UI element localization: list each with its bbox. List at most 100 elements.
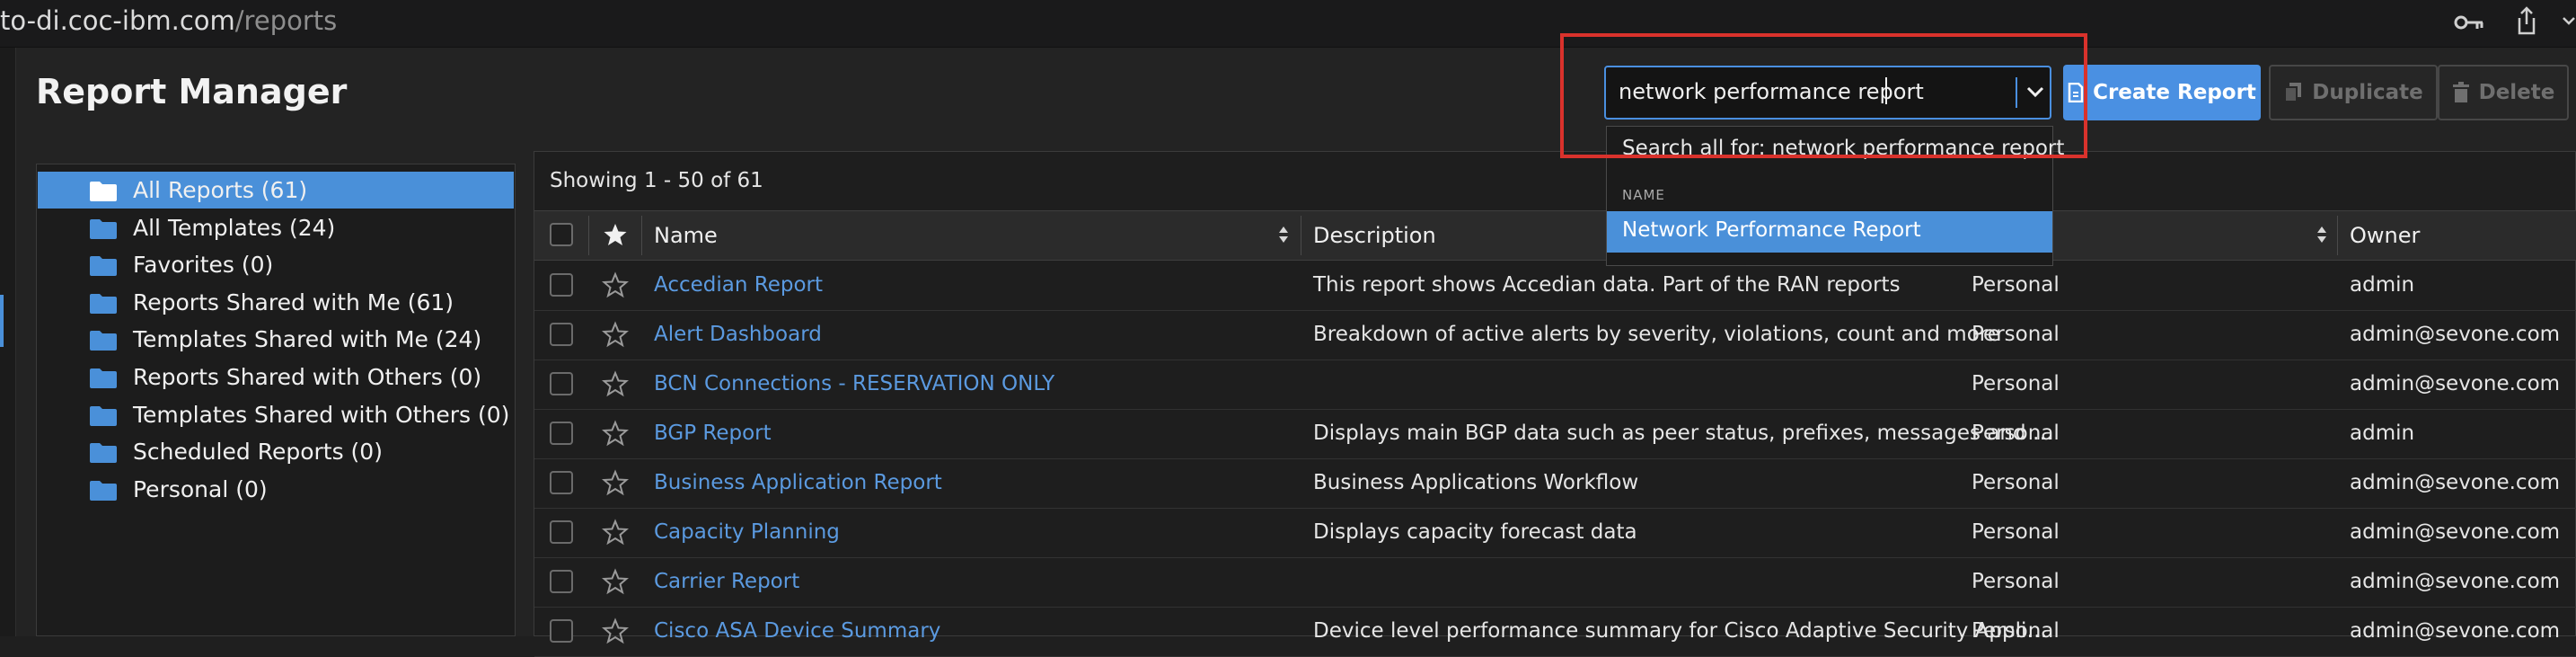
folder-icon [90,256,117,277]
report-type: Personal [1972,422,2060,445]
favorite-star-icon[interactable] [601,617,630,644]
url-host: to-di.coc-ibm.com [0,5,235,36]
key-icon[interactable] [2454,11,2484,34]
report-type: Personal [1972,520,2060,544]
share-icon[interactable] [2515,5,2538,36]
report-owner: admin@sevone.com [2350,372,2561,395]
trash-icon [2452,82,2469,102]
create-report-button[interactable]: Create Report [2063,65,2261,120]
row-checkbox[interactable] [550,570,573,593]
row-checkbox[interactable] [550,619,573,643]
left-nav-active-marker [0,295,4,347]
favorite-column-star-icon[interactable] [603,222,628,247]
showing-count: Showing 1 - 50 of 61 [550,169,763,192]
report-owner: admin@sevone.com [2350,570,2561,593]
column-separator [588,216,589,255]
sidebar-folder-label: Reports Shared with Others (0) [133,364,482,390]
row-checkbox[interactable] [550,273,573,297]
report-description: Device level performance summary for Cis… [1313,619,2048,643]
chevron-down-icon[interactable] [2562,13,2576,31]
row-checkbox[interactable] [550,372,573,395]
report-description: Business Applications Workflow [1313,471,1639,494]
sidebar-folder-item[interactable]: All Templates (24) [38,209,514,246]
sidebar-folder-item[interactable]: Reports Shared with Others (0) [38,359,514,395]
report-description: This report shows Accedian data. Part of… [1313,273,1901,297]
report-name-link[interactable]: Accedian Report [654,273,823,297]
browser-url-bar[interactable] [0,0,2576,48]
column-header-description[interactable]: Description [1313,223,1436,248]
report-type: Personal [1972,570,2060,593]
sidebar-folder-item[interactable]: Templates Shared with Others (0) [38,396,514,433]
folder-icon [90,293,117,314]
page-title: Report Manager [36,72,348,111]
sidebar-folder-item[interactable]: Favorites (0) [38,246,514,283]
report-owner: admin [2350,273,2415,297]
row-checkbox[interactable] [550,422,573,445]
sidebar-folder-item[interactable]: Templates Shared with Me (24) [38,321,514,358]
favorite-star-icon[interactable] [601,519,630,546]
report-owner: admin@sevone.com [2350,323,2561,346]
sidebar-folder-item[interactable]: Personal (0) [38,471,514,508]
delete-button[interactable]: Delete [2438,65,2569,120]
favorite-star-icon[interactable] [601,420,630,447]
folder-icon [90,405,117,426]
sidebar-folder-item[interactable]: Reports Shared with Me (61) [38,284,514,321]
column-header-owner[interactable]: Owner [2350,223,2420,248]
favorite-star-icon[interactable] [601,568,630,595]
row-checkbox[interactable] [550,323,573,346]
create-report-label: Create Report [2093,81,2256,104]
report-name-link[interactable]: Cisco ASA Device Summary [654,619,940,643]
report-type: Personal [1972,323,2060,346]
report-owner: admin [2350,422,2415,445]
url-path: /reports [234,5,338,36]
report-owner: admin@sevone.com [2350,619,2561,643]
report-type: Personal [1972,273,2060,297]
report-name-link[interactable]: BCN Connections - RESERVATION ONLY [654,372,1054,395]
delete-label: Delete [2478,81,2555,104]
report-name-link[interactable]: Business Application Report [654,471,942,494]
sort-name-icon[interactable] [1277,223,1290,246]
report-name-link[interactable]: Alert Dashboard [654,323,822,346]
copy-icon [2284,83,2302,102]
favorite-star-icon[interactable] [601,370,630,397]
sidebar-folder-label: Templates Shared with Me (24) [133,326,482,353]
favorite-star-icon[interactable] [601,469,630,496]
folder-icon [90,182,117,201]
favorite-star-icon[interactable] [601,271,630,298]
report-type: Personal [1972,471,2060,494]
favorite-star-icon[interactable] [601,321,630,348]
folder-icon [90,480,117,501]
sidebar-folder-label: All Templates (24) [133,214,336,241]
sidebar-folder-label: All Reports (61) [133,177,308,203]
sidebar-folder-label: Scheduled Reports (0) [133,439,383,466]
row-checkbox[interactable] [550,471,573,494]
folder-icon [90,331,117,351]
suggestion-option-label[interactable]: Network Performance Report [1622,218,1921,242]
report-name-link[interactable]: Capacity Planning [654,520,840,544]
sidebar-folder-item[interactable]: All Reports (61) [38,172,514,209]
report-owner: admin@sevone.com [2350,471,2561,494]
report-name-link[interactable]: Carrier Report [654,570,799,593]
report-description: Breakdown of active alerts by severity, … [1313,323,2000,346]
table-row [534,557,2576,608]
duplicate-label: Duplicate [2312,81,2423,104]
table-header [534,210,2576,261]
report-description: Displays capacity forecast data [1313,520,1637,544]
sort-type-icon[interactable] [2316,223,2328,246]
report-owner: admin@sevone.com [2350,520,2561,544]
column-header-name[interactable]: Name [654,223,718,248]
column-separator [641,216,642,255]
sidebar-folder-item[interactable]: Scheduled Reports (0) [38,433,514,470]
sidebar-folder-label: Favorites (0) [133,252,274,279]
folder-icon [90,218,117,239]
folder-icon [90,443,117,464]
duplicate-button[interactable]: Duplicate [2269,65,2438,120]
select-all-checkbox[interactable] [550,223,573,246]
column-separator [2337,216,2338,255]
report-name-link[interactable]: BGP Report [654,422,772,445]
folder-icon [90,368,117,388]
sidebar-folder-label: Personal (0) [133,475,268,502]
url-text[interactable]: to-di.coc-ibm.com/reports [0,5,337,36]
report-type: Personal [1972,372,2060,395]
row-checkbox[interactable] [550,520,573,544]
